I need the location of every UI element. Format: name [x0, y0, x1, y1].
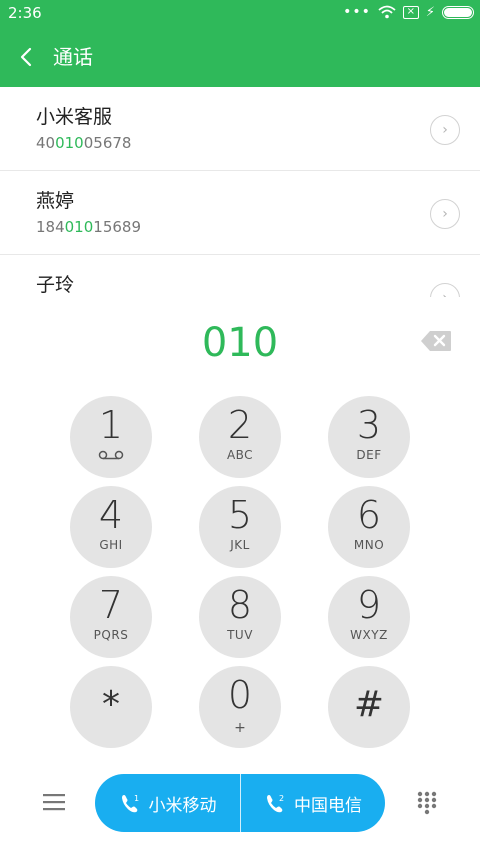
contact-name: 燕婷	[36, 190, 75, 212]
contact-row[interactable]: 子玲 ›	[0, 255, 480, 297]
dialer-screen: 2:36 ••• × ⚡ 通话 小米客服 4001005678 › 燕婷 184…	[0, 0, 480, 853]
contact-number: 18401015689	[36, 218, 141, 236]
key-2[interactable]: 2 ABC	[199, 396, 281, 478]
key-9[interactable]: 9 WXYZ	[328, 576, 410, 658]
key-3[interactable]: 3 DEF	[328, 396, 410, 478]
voicemail-icon	[98, 450, 124, 460]
key-5[interactable]: 5 JKL	[199, 486, 281, 568]
contact-row[interactable]: 燕婷 18401015689 ›	[0, 171, 480, 255]
key-1[interactable]: 1	[70, 396, 152, 478]
number-match-highlight: 010	[64, 218, 94, 236]
contact-row[interactable]: 小米客服 4001005678 ›	[0, 87, 480, 171]
contact-detail-chevron-icon[interactable]: ›	[430, 115, 460, 145]
svg-text:2: 2	[279, 794, 284, 803]
status-time: 2:36	[8, 4, 42, 22]
key-star[interactable]: *	[70, 666, 152, 748]
back-arrow-icon[interactable]	[16, 44, 38, 70]
key-6[interactable]: 6 MNO	[328, 486, 410, 568]
status-icons: ••• × ⚡	[343, 5, 474, 19]
phone-sim1-icon: 1	[121, 794, 139, 813]
dialed-number: 010	[201, 320, 279, 366]
no-sim-icon: ×	[402, 5, 419, 19]
key-7[interactable]: 7 PQRS	[70, 576, 152, 658]
dual-sim-call-buttons: 1 小米移动 2 中国电信	[95, 774, 385, 832]
battery-icon	[442, 5, 474, 19]
wifi-icon	[378, 5, 396, 19]
contact-detail-chevron-icon[interactable]: ›	[430, 199, 460, 229]
contact-detail-chevron-icon[interactable]: ›	[430, 283, 460, 297]
call-sim2-label: 中国电信	[294, 795, 362, 816]
phone-sim2-icon: 2	[267, 794, 284, 813]
call-sim1-label: 小米移动	[148, 795, 217, 816]
dialpad-toggle-icon[interactable]	[416, 790, 438, 816]
backspace-icon[interactable]	[420, 330, 452, 352]
call-sim1-button[interactable]: 1 小米移动	[95, 774, 240, 832]
contact-name: 小米客服	[36, 106, 113, 128]
svg-text:1: 1	[134, 794, 139, 803]
call-sim2-button[interactable]: 2 中国电信	[241, 774, 385, 832]
contact-suggestions-list: 小米客服 4001005678 › 燕婷 18401015689 › 子玲 ›	[0, 87, 480, 297]
key-hash[interactable]: #	[328, 666, 410, 748]
key-8[interactable]: 8 TUV	[199, 576, 281, 658]
number-match-highlight: 010	[55, 134, 84, 152]
contact-name: 子玲	[36, 274, 75, 296]
dialed-number-display: 010	[0, 312, 480, 376]
contact-number: 4001005678	[36, 134, 132, 152]
charging-icon: ⚡	[425, 4, 435, 20]
status-bar: 2:36 ••• × ⚡	[0, 0, 480, 28]
key-0[interactable]: 0 +	[199, 666, 281, 748]
menu-icon[interactable]	[42, 792, 66, 812]
page-title: 通话	[53, 45, 93, 69]
more-dots-icon: •••	[343, 4, 371, 20]
key-4[interactable]: 4 GHI	[70, 486, 152, 568]
app-header: 2:36 ••• × ⚡ 通话	[0, 0, 480, 87]
